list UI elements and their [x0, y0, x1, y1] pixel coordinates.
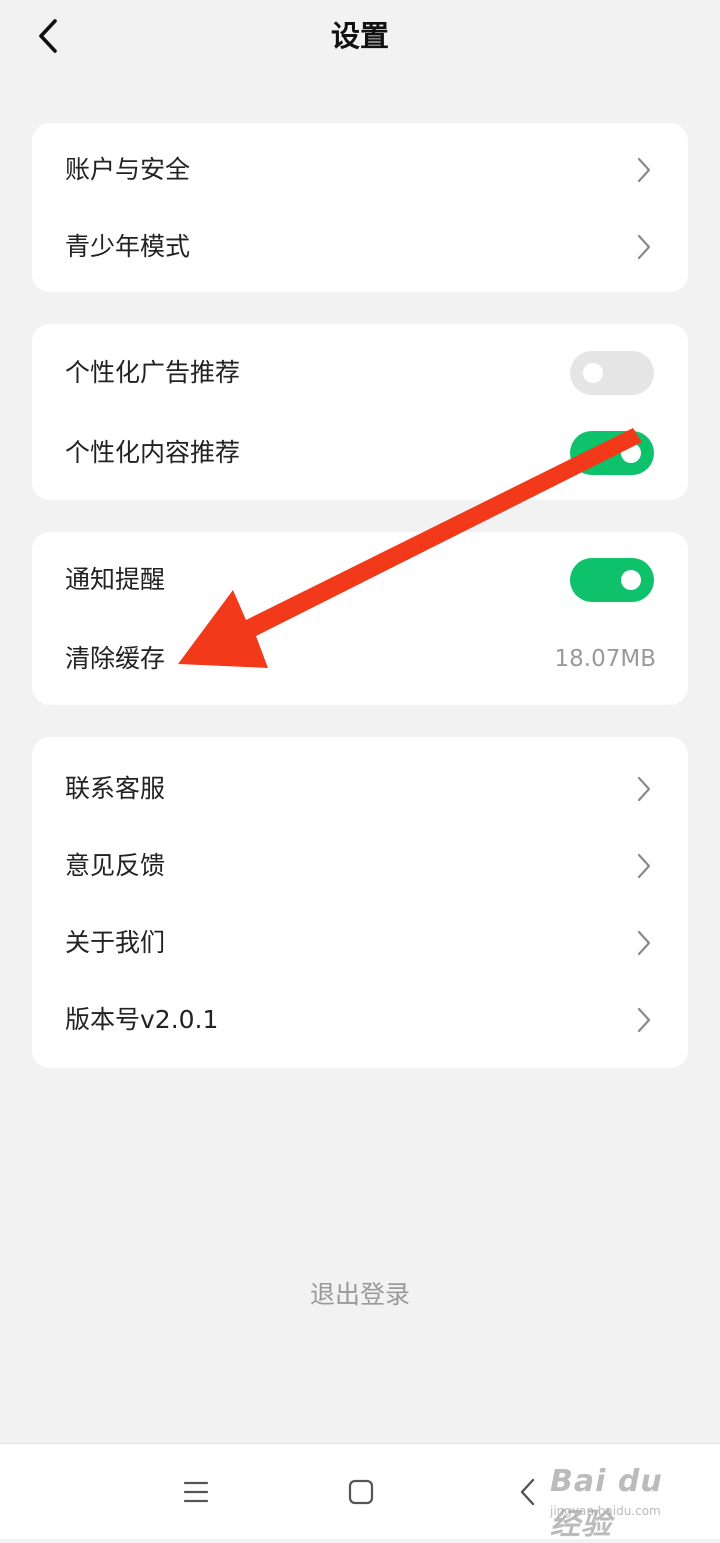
toggle-knob [621, 443, 641, 463]
settings-item-label: 个性化内容推荐 [65, 438, 241, 467]
logout-button[interactable]: 退出登录 [0, 1278, 720, 1312]
settings-group-support: 联系客服 意见反馈 关于我们 版本号v2.0.1 [32, 737, 688, 1068]
page-title: 设置 [330, 19, 389, 53]
cache-size-value: 18.07MB [554, 646, 656, 672]
baidu-watermark: Bai du 经验 jingyan.baidu.com [548, 1462, 698, 1542]
settings-item-notifications: 通知提醒 [32, 547, 688, 613]
settings-item-clear-cache[interactable]: 清除缓存 18.07MB [32, 626, 688, 692]
settings-item-contact-support[interactable]: 联系客服 [32, 756, 688, 822]
system-back-button[interactable] [508, 1472, 548, 1512]
chevron-right-icon [636, 775, 652, 803]
settings-item-version[interactable]: 版本号v2.0.1 [32, 987, 688, 1053]
chevron-right-icon [636, 156, 652, 184]
settings-group-personalization: 个性化广告推荐 个性化内容推荐 [32, 324, 688, 500]
settings-item-label: 账户与安全 [65, 155, 191, 184]
settings-item-label: 版本号v2.0.1 [65, 1005, 219, 1034]
chevron-right-icon [636, 929, 652, 957]
home-button[interactable] [341, 1472, 381, 1512]
menu-icon [183, 1481, 209, 1503]
toggle-knob [583, 363, 603, 383]
settings-item-account-security[interactable]: 账户与安全 [32, 137, 688, 203]
settings-item-label: 青少年模式 [65, 232, 191, 261]
square-home-icon [348, 1479, 374, 1505]
notifications-toggle[interactable] [570, 558, 654, 602]
settings-item-label: 关于我们 [65, 928, 166, 957]
toggle-knob [621, 570, 641, 590]
settings-item-label: 清除缓存 [65, 644, 166, 673]
settings-group-account: 账户与安全 青少年模式 [32, 123, 688, 292]
settings-item-label: 联系客服 [65, 774, 166, 803]
settings-group-notifications: 通知提醒 清除缓存 18.07MB [32, 532, 688, 705]
chevron-right-icon [636, 233, 652, 261]
watermark-url: jingyan.baidu.com [550, 1504, 661, 1518]
settings-item-about-us[interactable]: 关于我们 [32, 910, 688, 976]
settings-item-label: 个性化广告推荐 [65, 358, 241, 387]
settings-item-feedback[interactable]: 意见反馈 [32, 833, 688, 899]
top-app-bar: 设置 [0, 0, 720, 72]
personalized-ads-toggle[interactable] [570, 351, 654, 395]
chevron-right-icon [636, 1006, 652, 1034]
settings-item-personalized-ads: 个性化广告推荐 [32, 340, 688, 406]
settings-item-label: 通知提醒 [65, 565, 166, 594]
menu-button[interactable] [176, 1472, 216, 1512]
settings-item-teen-mode[interactable]: 青少年模式 [32, 214, 688, 280]
personalized-content-toggle[interactable] [570, 431, 654, 475]
settings-item-label: 意见反馈 [65, 851, 166, 880]
chevron-right-icon [636, 852, 652, 880]
triangle-back-icon [520, 1478, 535, 1506]
settings-item-personalized-content: 个性化内容推荐 [32, 420, 688, 486]
